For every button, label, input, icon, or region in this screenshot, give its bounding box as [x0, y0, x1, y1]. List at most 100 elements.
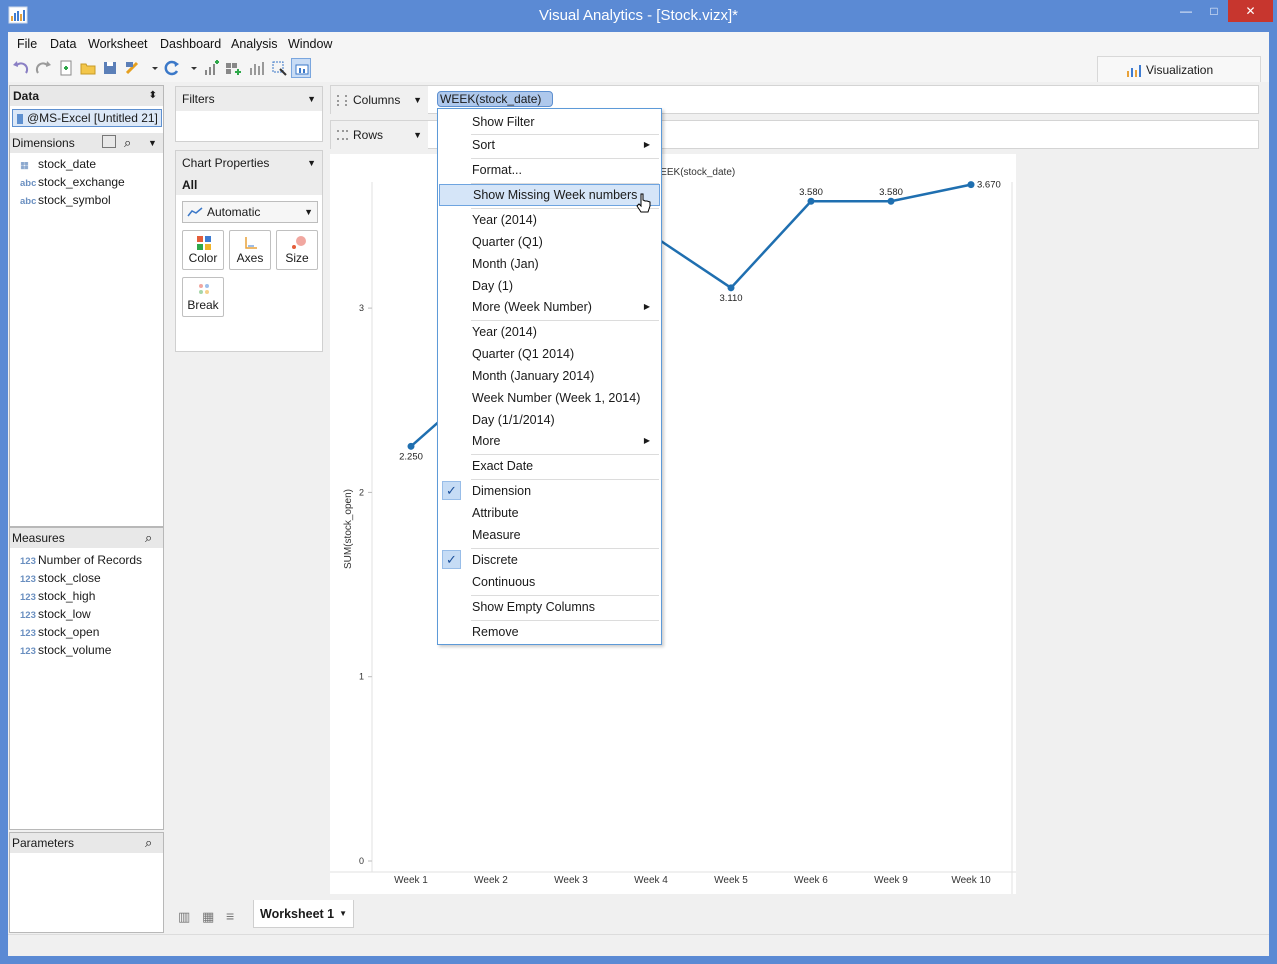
rows-icon: [337, 130, 348, 140]
context-menu-item[interactable]: Show Filter: [439, 111, 660, 133]
open-folder-icon[interactable]: [78, 58, 98, 78]
context-menu-item[interactable]: More ▶: [439, 430, 660, 452]
search-icon[interactable]: ⌕: [124, 133, 131, 153]
refresh-icon[interactable]: [162, 58, 182, 78]
measure-item[interactable]: 123 stock_open: [20, 624, 99, 640]
week-stock-date-pill[interactable]: WEEK(stock_date): [437, 91, 553, 107]
dimension-item[interactable]: abc stock_symbol: [20, 192, 111, 208]
context-menu-item[interactable]: Discrete ✓: [439, 549, 660, 571]
dimension-item[interactable]: ▦ stock_date: [20, 156, 96, 172]
table-view-icon[interactable]: [102, 135, 116, 148]
chart-icon[interactable]: [246, 58, 266, 78]
close-button[interactable]: ✕: [1228, 0, 1273, 22]
new-worksheet-icon[interactable]: ▥: [178, 909, 190, 925]
data-point[interactable]: [887, 197, 895, 205]
scope-all[interactable]: All: [176, 175, 322, 195]
x-axis-ticks: Week 1 Week 2 Week 3 Week 4 Week 5 Week 6 Week…: [394, 875, 991, 886]
context-menu-item[interactable]: More (Week Number) ▶: [439, 296, 660, 318]
sheet-list-icon[interactable]: ≡: [226, 908, 234, 924]
chart-properties-panel: Chart Properties ▼ All Automatic ▼ Color…: [175, 150, 323, 352]
new-worksheet-icon[interactable]: [201, 58, 221, 78]
context-menu-item[interactable]: Format...: [439, 159, 660, 181]
context-menu-item[interactable]: Dimension ✓: [439, 480, 660, 502]
data-connection[interactable]: @MS-Excel [Untitled 21]: [12, 109, 162, 127]
maximize-button[interactable]: □: [1200, 0, 1228, 22]
context-menu-item[interactable]: Continuous: [439, 571, 660, 593]
chevron-down-icon[interactable]: ▼: [307, 151, 316, 175]
chevron-down-icon[interactable]: ▼: [339, 900, 347, 928]
context-menu-item[interactable]: Show Empty Columns: [439, 596, 660, 618]
tab-worksheet-1[interactable]: Worksheet 1 ▼: [253, 900, 354, 928]
minimize-button[interactable]: —: [1172, 0, 1200, 22]
context-menu-item[interactable]: Measure: [439, 524, 660, 546]
undo-icon[interactable]: [11, 58, 31, 78]
measure-item[interactable]: 123 stock_low: [20, 606, 91, 622]
tab-visualization-label: Visualization: [1146, 63, 1214, 77]
chevron-down-icon[interactable]: ▼: [413, 86, 422, 114]
search-icon[interactable]: ⌕: [145, 833, 152, 853]
number-type-icon: 123: [20, 574, 36, 585]
menu-dashboard[interactable]: Dashboard: [160, 37, 221, 51]
mark-type-select[interactable]: Automatic ▼: [182, 201, 318, 223]
menu-worksheet[interactable]: Worksheet: [88, 37, 148, 51]
context-menu-item[interactable]: Quarter (Q1): [439, 231, 660, 253]
measure-item[interactable]: 123 stock_volume: [20, 642, 111, 658]
chevron-down-icon[interactable]: ▼: [148, 133, 157, 153]
tab-visualization[interactable]: Visualization: [1097, 56, 1261, 82]
color-button[interactable]: Color: [182, 230, 224, 270]
redo-icon[interactable]: [33, 58, 53, 78]
highlight-icon[interactable]: [269, 58, 289, 78]
context-menu-item[interactable]: Exact Date: [439, 455, 660, 477]
measure-item[interactable]: 123 Number of Records: [20, 552, 142, 568]
chevron-down-icon[interactable]: [145, 58, 158, 78]
menu-analysis[interactable]: Analysis: [231, 37, 278, 51]
dimension-name: stock_date: [38, 157, 97, 171]
size-button[interactable]: Size: [276, 230, 318, 270]
context-menu-item[interactable]: Month (January 2014): [439, 365, 660, 387]
chevron-down-icon[interactable]: ▼: [307, 87, 316, 111]
toolbar: [8, 54, 1269, 82]
new-dashboard-icon[interactable]: ▦: [202, 909, 214, 925]
measure-name: stock_high: [38, 589, 96, 603]
data-point[interactable]: [967, 181, 975, 189]
save-icon[interactable]: [100, 58, 120, 78]
sort-arrows-icon[interactable]: ⬍: [149, 86, 157, 106]
context-menu-item-label: Quarter (Q1 2014): [472, 347, 575, 361]
presentation-icon[interactable]: [291, 58, 311, 78]
chevron-down-icon[interactable]: ▼: [413, 121, 422, 149]
menu-window[interactable]: Window: [288, 37, 332, 51]
context-menu-item[interactable]: Year (2014): [439, 209, 660, 231]
menu-data[interactable]: Data: [50, 37, 76, 51]
new-dashboard-icon[interactable]: [223, 58, 243, 78]
break-button[interactable]: Break: [182, 277, 224, 317]
dimensions-title: Dimensions: [12, 136, 75, 150]
data-point[interactable]: [807, 197, 815, 205]
axes-button[interactable]: Axes: [229, 230, 271, 270]
context-menu-item[interactable]: Year (2014): [439, 321, 660, 343]
search-icon[interactable]: ⌕: [145, 528, 152, 548]
dimension-item[interactable]: abc stock_exchange: [20, 174, 125, 190]
chevron-down-icon[interactable]: [184, 58, 197, 78]
measure-item[interactable]: 123 stock_high: [20, 588, 95, 604]
measure-item[interactable]: 123 stock_close: [20, 570, 101, 586]
context-menu-item[interactable]: Month (Jan): [439, 253, 660, 275]
context-menu-item[interactable]: Day (1): [439, 275, 660, 297]
new-file-icon[interactable]: [56, 58, 76, 78]
data-point[interactable]: [407, 442, 415, 450]
context-menu-item[interactable]: Attribute: [439, 502, 660, 524]
context-menu-item[interactable]: Day (1/1/2014): [439, 409, 660, 431]
title-bar: Visual Analytics - [Stock.vizx]* — □ ✕: [0, 0, 1277, 32]
data-source-icon[interactable]: [123, 58, 143, 78]
menu-file[interactable]: File: [17, 37, 37, 51]
filters-panel[interactable]: Filters ▼: [175, 86, 323, 142]
chart-title: WEEK(stock_date): [651, 167, 735, 178]
context-menu-item[interactable]: Sort ▶: [439, 134, 660, 156]
context-menu-item[interactable]: Week Number (Week 1, 2014): [439, 387, 660, 409]
data-point[interactable]: [727, 284, 735, 292]
context-menu-item[interactable]: Show Missing Week numbers: [439, 184, 660, 206]
context-menu-item[interactable]: Remove: [439, 621, 660, 643]
x-tick-label: Week 3: [554, 875, 588, 886]
context-menu-item[interactable]: Quarter (Q1 2014): [439, 343, 660, 365]
context-menu-item-label: Dimension: [472, 484, 532, 498]
string-type-icon: abc: [20, 196, 37, 207]
